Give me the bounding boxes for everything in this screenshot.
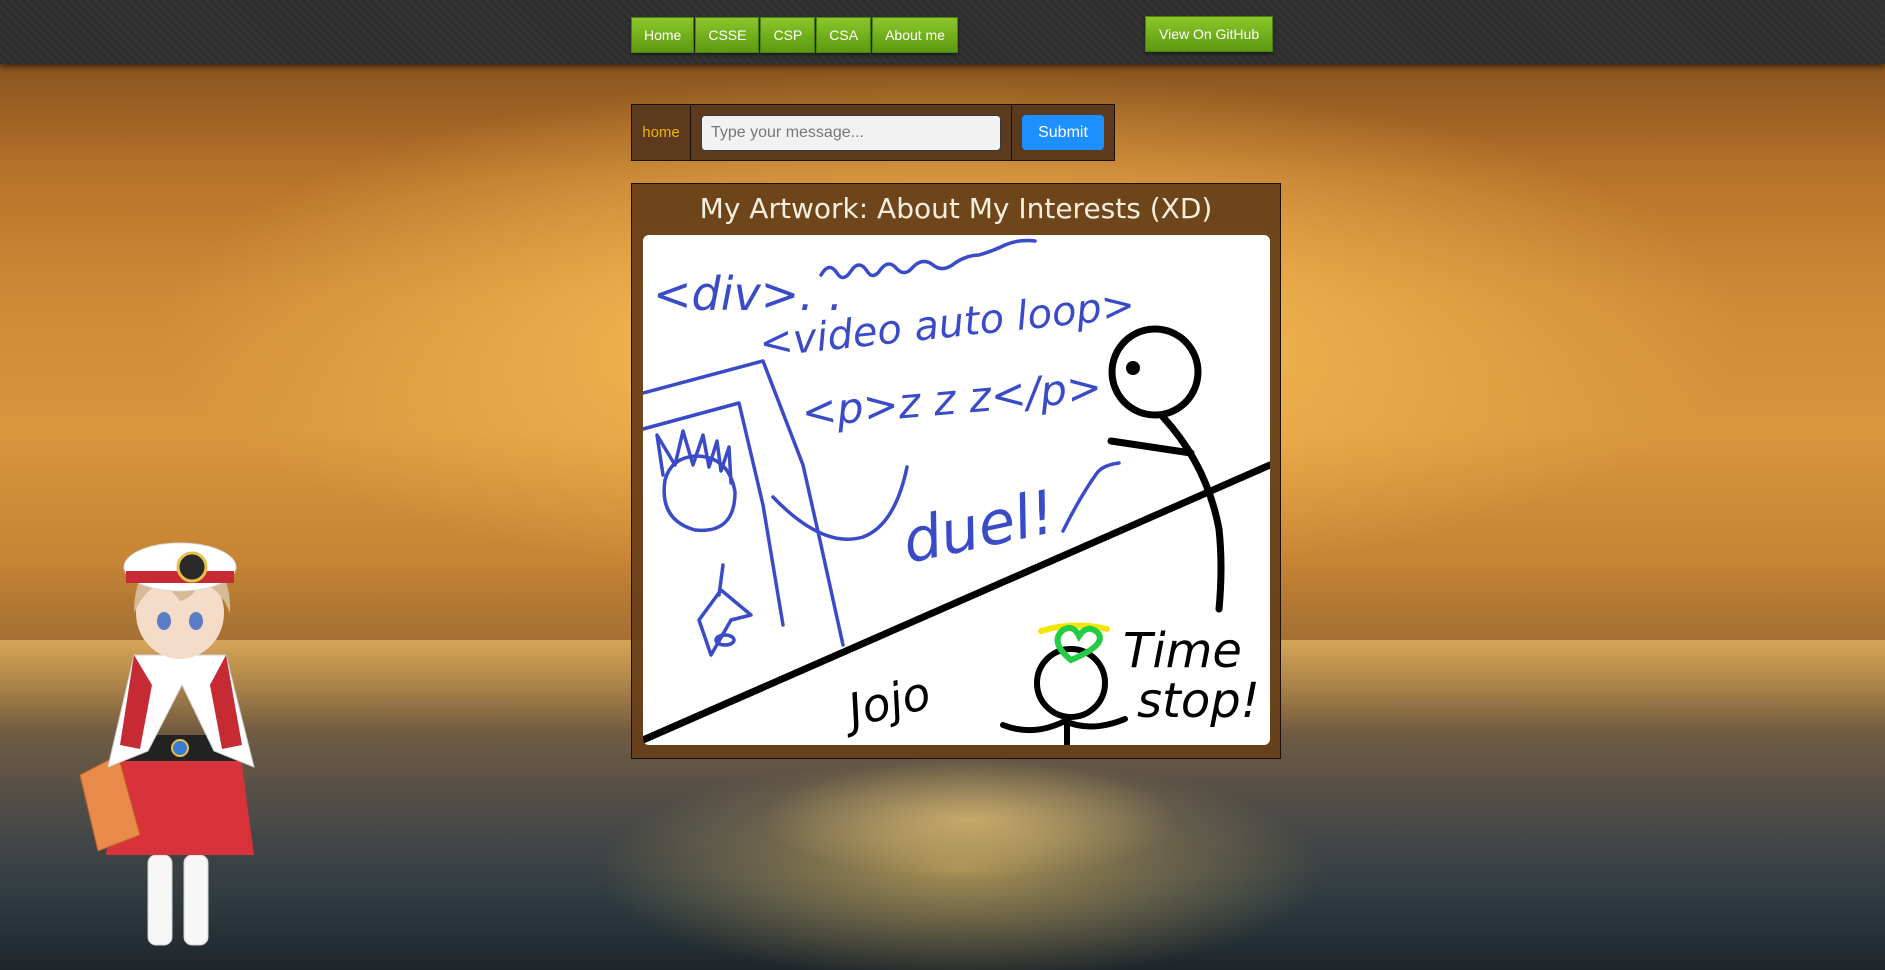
p-zzz-text: <p>z z z</p> [800,362,1104,437]
stickman-head [1108,325,1202,419]
home-label[interactable]: home [632,105,691,160]
arm-stroke [771,465,909,541]
right-leg [183,854,209,946]
artwork-drawing: <div>. . <video auto loop> <p>z z z</p> … [643,235,1270,745]
nav-csse-button[interactable]: CSSE [695,17,760,53]
nav-csa-button[interactable]: CSA [816,17,872,53]
stop-text: stop! [1137,673,1260,729]
artwork-panel: My Artwork: About My Interests (XD) <div… [631,183,1281,759]
doorway-inner-stroke [643,401,785,627]
stickman-body [1159,413,1225,613]
squiggle-stroke [819,238,1037,280]
right-eye [189,612,203,630]
view-on-github-button[interactable]: View On GitHub [1145,16,1274,52]
time-text: Time [1123,623,1242,679]
nav-csp-button[interactable]: CSP [760,17,816,53]
head-stroke [662,454,737,533]
stickman-arm [1107,437,1195,457]
stickman-eye [1126,361,1140,375]
nav-home-button[interactable]: Home [631,17,695,53]
left-leg [147,854,173,946]
sea-reflection [760,760,1180,880]
top-nav-bar: Home CSSE CSP CSA About me View On GitHu… [0,0,1885,64]
small-stickman-body [1000,714,1128,745]
belt-gem [171,739,189,757]
submit-cell: Submit [1012,105,1114,160]
nav-about-me-button[interactable]: About me [872,17,959,53]
submit-button[interactable]: Submit [1022,115,1104,150]
div-text: <div>. . [653,267,843,321]
hat-emblem [176,551,208,583]
message-input[interactable] [701,114,1001,151]
message-input-cell [691,105,1012,160]
left-eye [157,612,171,630]
jojo-text: Jojo [835,665,936,739]
message-bar: home Submit [631,104,1115,161]
reach-stroke [1061,461,1121,533]
anime-character-image [78,535,288,955]
nav-button-group: Home CSSE CSP CSA About me [631,17,959,53]
artwork-title: My Artwork: About My Interests (XD) [699,192,1213,225]
duel-text: duel! [897,477,1062,577]
